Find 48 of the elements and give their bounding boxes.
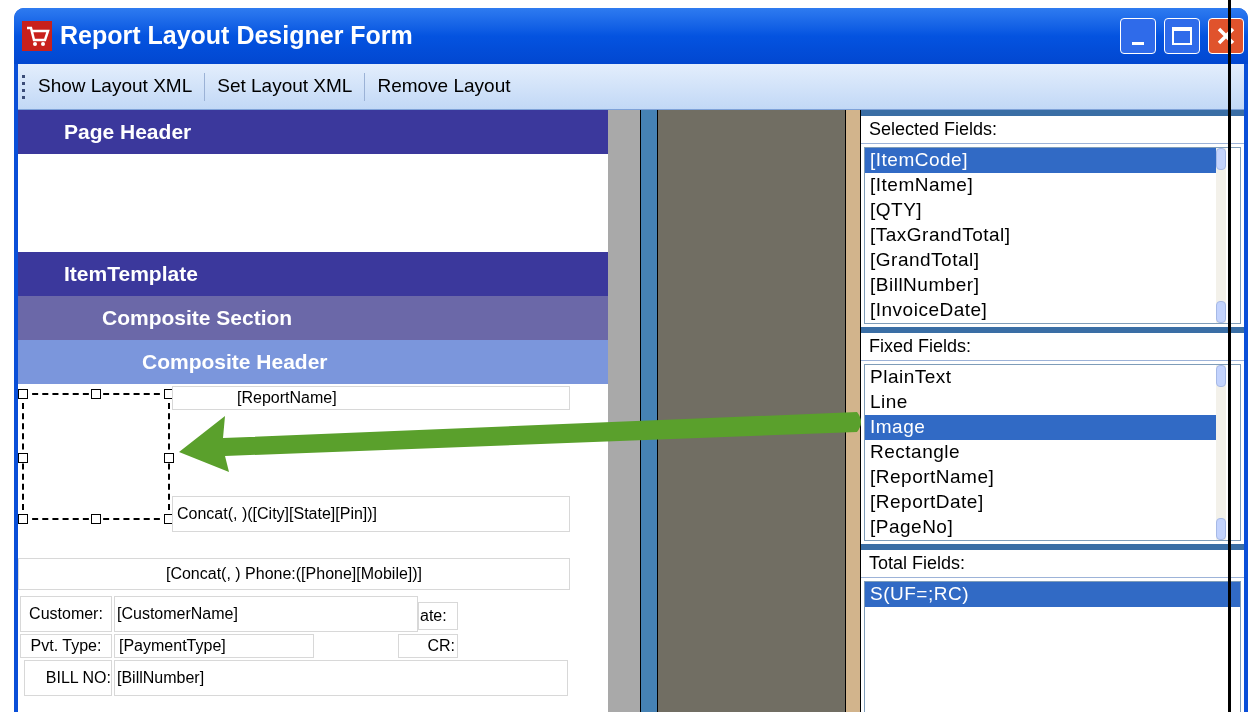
label-control[interactable]: ate: <box>418 602 458 630</box>
resize-handle[interactable] <box>164 453 174 463</box>
list-item[interactable]: Rectangle <box>865 440 1216 465</box>
list-item[interactable]: [TaxGrandTotal] <box>865 223 1216 248</box>
toolbar-button[interactable]: Remove Layout <box>365 68 523 105</box>
window-title: Report Layout Designer Form <box>60 20 413 52</box>
resize-handle[interactable] <box>91 389 101 399</box>
close-icon <box>1216 26 1236 46</box>
resize-handle[interactable] <box>18 453 28 463</box>
list-item[interactable]: S(UF=;RC) <box>865 582 1240 607</box>
label-control[interactable]: [Concat(, ) Phone:([Phone][Mobile])] <box>18 558 570 590</box>
list-item[interactable]: Line <box>865 390 1216 415</box>
list-item[interactable]: Image <box>865 415 1216 440</box>
scrollbar[interactable] <box>1216 148 1226 323</box>
list-item[interactable]: [BillNumber] <box>865 273 1216 298</box>
scrollbar[interactable] <box>1216 365 1226 540</box>
resize-handle[interactable] <box>91 514 101 524</box>
splitter-bar[interactable] <box>845 110 861 712</box>
band-header[interactable]: Page Header <box>18 110 608 154</box>
label-control[interactable]: [PaymentType] <box>114 634 314 658</box>
list-item[interactable]: PlainText <box>865 365 1216 390</box>
label-control[interactable]: BILL NO: <box>24 660 112 696</box>
toolbar-button[interactable]: Set Layout XML <box>205 68 365 105</box>
cart-icon <box>22 21 52 51</box>
toolbar-button[interactable]: Show Layout XML <box>26 68 205 105</box>
label-control[interactable]: Concat(, )([City][State][Pin])] <box>172 496 570 532</box>
resize-handle[interactable] <box>18 514 28 524</box>
splitter-bar[interactable] <box>640 110 658 712</box>
grip-icon <box>22 73 26 100</box>
band-header[interactable]: ItemTemplate <box>18 252 608 296</box>
list-item[interactable]: [PageNo] <box>865 515 1216 540</box>
field-control[interactable]: [CustomerName] <box>114 596 418 632</box>
list-item[interactable]: [InvoiceDate] <box>865 298 1216 323</box>
field-control[interactable]: [BillNumber] <box>114 660 568 696</box>
list-item[interactable]: [GrandTotal] <box>865 248 1216 273</box>
list-item[interactable]: [QTY] <box>865 198 1216 223</box>
label-control[interactable]: [ReportName] <box>172 386 570 410</box>
label-control[interactable]: Customer: <box>20 596 112 632</box>
list-item[interactable]: [ReportDate] <box>865 490 1216 515</box>
list-item[interactable]: [ItemCode] <box>865 148 1216 173</box>
maximize-button[interactable] <box>1164 18 1200 54</box>
minimize-button[interactable] <box>1120 18 1156 54</box>
resize-handle[interactable] <box>18 389 28 399</box>
label-control[interactable]: CR: <box>398 634 458 658</box>
list-item[interactable]: [ReportName] <box>865 465 1216 490</box>
list-item[interactable]: [ItemName] <box>865 173 1216 198</box>
label-control[interactable]: Pvt. Type: <box>20 634 112 658</box>
band-header[interactable]: Composite Section <box>18 296 608 340</box>
